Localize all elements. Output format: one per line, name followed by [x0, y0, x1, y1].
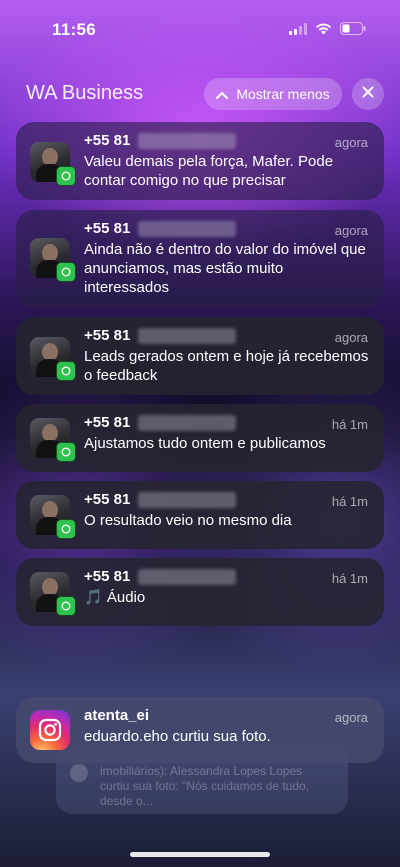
notification-sender: +55 81 — [84, 491, 370, 509]
notification-sender: +55 81 — [84, 414, 370, 432]
status-icons — [289, 22, 366, 35]
notification-card[interactable]: +55 81 agora Valeu demais pela força, Ma… — [16, 122, 384, 200]
notification-message: eduardo.eho curtiu sua foto. — [84, 728, 271, 745]
notification-card[interactable]: +55 81 há 1m Ajustamos tudo ontem e publ… — [16, 404, 384, 472]
battery-icon — [340, 22, 366, 35]
clear-group-button[interactable] — [352, 78, 384, 110]
notification-card[interactable]: +55 81 há 1m 🎵 Áudio — [16, 558, 384, 626]
notification-sender: atenta_ei — [84, 707, 150, 724]
facebook-icon — [70, 764, 88, 782]
redacted-number — [138, 133, 237, 149]
notification-message: Ajustamos tudo ontem e publicamos — [84, 435, 326, 452]
chevron-up-icon — [216, 86, 229, 102]
notification-time: há 1m — [331, 571, 368, 586]
instagram-icon — [30, 710, 70, 750]
redacted-number — [138, 328, 237, 344]
notification-time: há 1m — [331, 494, 368, 509]
notification-sender: +55 81 — [84, 132, 370, 150]
redacted-number — [138, 415, 237, 431]
notification-message: Valeu demais pela força, Mafer. Pode con… — [84, 153, 334, 189]
whatsapp-badge-icon — [56, 262, 76, 282]
notification-message: Leads gerados ontem e hoje já recebemos … — [84, 348, 369, 384]
notification-group-header: WA Business Mostrar menos — [0, 78, 400, 114]
whatsapp-badge-icon — [56, 361, 76, 381]
whatsapp-badge-icon — [56, 596, 76, 616]
notification-card[interactable]: +55 81 agora Ainda não é dentro do valor… — [16, 210, 384, 308]
whatsapp-badge-icon — [56, 442, 76, 462]
group-title: WA Business — [26, 82, 144, 104]
notification-message: O resultado veio no mesmo dia — [84, 512, 292, 529]
notification-message: Ainda não é dentro do valor do imóvel qu… — [84, 241, 366, 296]
whatsapp-badge-icon — [56, 166, 76, 186]
cellular-signal-icon — [289, 22, 307, 35]
redacted-number — [138, 221, 237, 237]
stacked-notification-text: imobiliários): Alessandra Lopes Lopes cu… — [100, 764, 310, 808]
close-icon — [362, 85, 374, 103]
whatsapp-badge-icon — [56, 519, 76, 539]
redacted-number — [138, 492, 237, 508]
notification-time: agora — [334, 135, 368, 150]
instagram-notification-card[interactable]: atenta_ei agora eduardo.eho curtiu sua f… — [16, 697, 384, 763]
show-less-label: Mostrar menos — [236, 86, 330, 102]
notification-sender: +55 81 — [84, 220, 370, 238]
show-less-button[interactable]: Mostrar menos — [204, 78, 342, 110]
notification-card[interactable]: +55 81 há 1m O resultado veio no mesmo d… — [16, 481, 384, 549]
redacted-number — [138, 569, 237, 585]
status-time: 11:56 — [52, 20, 97, 39]
notification-sender: +55 81 — [84, 327, 370, 345]
notification-card[interactable]: +55 81 agora Leads gerados ontem e hoje … — [16, 317, 384, 395]
home-indicator[interactable] — [130, 852, 270, 857]
notification-time: há 1m — [331, 417, 368, 432]
notification-time: agora — [334, 330, 368, 345]
notification-message: 🎵 Áudio — [84, 589, 146, 606]
notification-time: agora — [334, 223, 368, 238]
notification-sender: +55 81 — [84, 568, 370, 586]
wifi-icon — [315, 23, 332, 35]
notification-time: agora — [334, 710, 368, 725]
status-bar: 11:56 — [0, 0, 400, 58]
